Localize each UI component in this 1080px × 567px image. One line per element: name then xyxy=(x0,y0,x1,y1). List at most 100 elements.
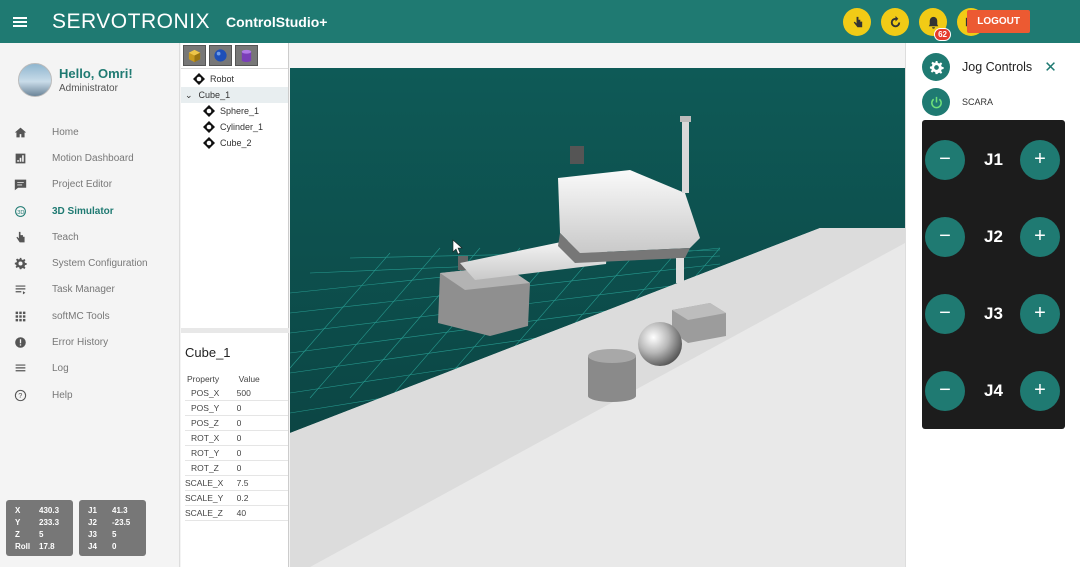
robot-type-label: SCARA xyxy=(962,97,994,107)
property-value[interactable]: 0 xyxy=(236,445,288,461)
cylinder-shape-icon[interactable] xyxy=(235,45,258,66)
tree-item-cube-2[interactable]: Cube_2 xyxy=(181,135,288,151)
sidebar-item-label: Motion Dashboard xyxy=(52,152,134,164)
property-name: ROT_X xyxy=(185,430,237,446)
sidebar-item-label: Error History xyxy=(52,337,109,349)
table-row[interactable]: SCALE_Y 0.2 xyxy=(185,490,288,506)
scene-tree: Robot ⌄ Cube_1 Sphere_1 Cylinder_1 Cube_… xyxy=(181,69,288,151)
sidebar-item-motion-dashboard[interactable]: Motion Dashboard xyxy=(0,145,179,171)
tree-item-robot[interactable]: Robot xyxy=(181,71,288,87)
app-header: SERVOTRONIX ControlStudio+ 62 LOGOUT xyxy=(0,0,1080,43)
position-readout: X 430.3 Y 233.3 Z 5 Roll 17.8 xyxy=(6,500,73,556)
bell-icon[interactable]: 62 xyxy=(919,8,951,41)
j1-plus-button[interactable]: + xyxy=(1020,140,1060,180)
3d-icon: 3D xyxy=(13,204,28,219)
tree-item-label: Robot xyxy=(210,74,235,84)
jog-settings-button[interactable] xyxy=(922,53,950,81)
sidebar-item-home[interactable]: Home xyxy=(0,119,179,145)
dashboard-icon xyxy=(13,151,28,166)
user-role: Administrator xyxy=(59,83,118,94)
properties-table: Property Value POS_X 500 POS_Y 0 POS_Z 0 RO… xyxy=(185,374,288,521)
jog-title: Jog Controls xyxy=(962,60,1033,74)
j1-minus-button[interactable]: − xyxy=(925,140,965,180)
sidebar-item-softmc-tools[interactable]: softMC Tools xyxy=(0,303,179,329)
property-value[interactable]: 7.5 xyxy=(236,475,288,491)
readout-value: -23.5 xyxy=(112,517,131,527)
sidebar: Hello, Omri! Administrator Home Motion D… xyxy=(0,43,180,567)
sidebar-item-teach[interactable]: Teach xyxy=(0,224,179,250)
grid-icon xyxy=(13,309,28,324)
sidebar-item-error-history[interactable]: Error History xyxy=(0,329,179,355)
property-value[interactable]: 0 xyxy=(236,460,288,476)
node-icon xyxy=(193,73,205,85)
property-value[interactable]: 0.2 xyxy=(236,490,288,506)
tree-item-label: Cube_2 xyxy=(220,138,252,148)
table-row[interactable]: ROT_X 0 xyxy=(185,430,288,446)
3d-viewport[interactable] xyxy=(290,68,905,567)
j3-minus-button[interactable]: − xyxy=(925,294,965,334)
readout-value: 430.3 xyxy=(39,505,60,515)
home-icon xyxy=(13,125,28,140)
table-row[interactable]: SCALE_Z 40 xyxy=(185,505,288,521)
jog-buttons-panel: − J1 + − J2 + − J3 + − J4 + xyxy=(922,120,1065,429)
readout-value: 0 xyxy=(112,541,117,551)
property-value[interactable]: 0 xyxy=(236,415,288,431)
readout-key: J2 xyxy=(88,517,97,527)
close-icon[interactable]: ✕ xyxy=(1044,58,1057,76)
shape-toolbar xyxy=(181,43,288,69)
sphere-shape-icon[interactable] xyxy=(209,45,232,66)
properties-title: Cube_1 xyxy=(185,345,231,360)
power-button[interactable] xyxy=(922,88,950,116)
scene-tree-panel: Robot ⌄ Cube_1 Sphere_1 Cylinder_1 Cube_… xyxy=(181,43,289,333)
cube-shape-icon[interactable] xyxy=(183,45,206,66)
jog-row-j4: − J4 + xyxy=(922,371,1065,411)
sidebar-item-log[interactable]: Log xyxy=(0,356,179,382)
avatar[interactable] xyxy=(18,63,52,97)
chevron-down-icon[interactable]: ⌄ xyxy=(185,90,193,101)
power-icon xyxy=(930,96,942,108)
sidebar-item-system-configuration[interactable]: System Configuration xyxy=(0,250,179,276)
notification-badge: 62 xyxy=(934,28,951,41)
property-value[interactable]: 0 xyxy=(236,400,288,416)
tree-item-cylinder-1[interactable]: Cylinder_1 xyxy=(181,119,288,135)
sidebar-item-project-editor[interactable]: Project Editor xyxy=(0,172,179,198)
sidebar-item-label: Task Manager xyxy=(52,284,115,296)
sidebar-item-task-manager[interactable]: Task Manager xyxy=(0,277,179,303)
refresh-icon[interactable] xyxy=(881,8,909,36)
j2-minus-button[interactable]: − xyxy=(925,217,965,257)
table-row[interactable]: SCALE_X 7.5 xyxy=(185,475,288,491)
j4-plus-button[interactable]: + xyxy=(1020,371,1060,411)
readout-value: 233.3 xyxy=(39,517,60,527)
property-name: SCALE_Y xyxy=(185,490,237,506)
tree-item-sphere-1[interactable]: Sphere_1 xyxy=(181,103,288,119)
node-icon xyxy=(203,121,215,133)
table-row[interactable]: POS_Z 0 xyxy=(185,415,288,431)
logout-button[interactable]: LOGOUT xyxy=(967,10,1030,33)
j4-minus-button[interactable]: − xyxy=(925,371,965,411)
j3-plus-button[interactable]: + xyxy=(1020,294,1060,334)
table-row[interactable]: POS_Y 0 xyxy=(185,400,288,416)
sidebar-item-label: Help xyxy=(52,389,73,401)
log-icon xyxy=(13,361,28,376)
sidebar-item-3d-simulator[interactable]: 3D 3D Simulator xyxy=(0,198,179,224)
sidebar-nav: Home Motion Dashboard Project Editor 3D … xyxy=(0,119,179,408)
readout-value: 41.3 xyxy=(112,505,128,515)
task-icon xyxy=(13,282,28,297)
sidebar-item-label: Log xyxy=(52,363,69,375)
property-value[interactable]: 500 xyxy=(236,386,288,401)
menu-icon[interactable] xyxy=(0,0,40,43)
readout-key: X xyxy=(15,505,21,515)
property-name: SCALE_X xyxy=(185,475,237,491)
brand-logo: SERVOTRONIX xyxy=(52,9,210,33)
sphere-1-object[interactable] xyxy=(638,322,682,366)
tree-item-cube-1[interactable]: ⌄ Cube_1 xyxy=(181,87,288,103)
j2-plus-button[interactable]: + xyxy=(1020,217,1060,257)
table-row[interactable]: POS_X 500 xyxy=(185,386,288,401)
property-value[interactable]: 0 xyxy=(236,430,288,446)
property-value[interactable]: 40 xyxy=(236,505,288,521)
sidebar-item-help[interactable]: ? Help xyxy=(0,382,179,408)
table-row[interactable]: ROT_Y 0 xyxy=(185,445,288,461)
teach-hand-icon[interactable] xyxy=(843,8,871,36)
column-header: Value xyxy=(238,374,260,384)
table-row[interactable]: ROT_Z 0 xyxy=(185,460,288,476)
